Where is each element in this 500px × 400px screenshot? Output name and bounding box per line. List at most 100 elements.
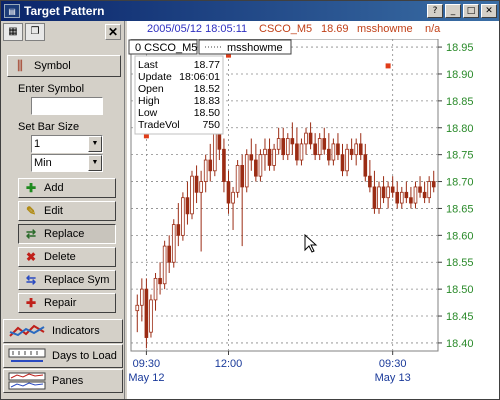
study-marker <box>385 63 391 69</box>
indicators-nav-button[interactable]: Indicators <box>3 319 123 343</box>
candle-body <box>409 197 413 204</box>
chart-pane[interactable]: 2005/05/12 18:05:11 CSCO_M5 18.69 msshow… <box>127 21 499 399</box>
candle-body <box>244 154 249 188</box>
replace-sym-button-label: Replace Sym <box>44 274 110 286</box>
chevron-down-icon[interactable]: ▼ <box>88 155 102 171</box>
header-symbol: CSCO_M5 <box>259 23 313 35</box>
candle-body <box>390 186 395 193</box>
replace-sym-button[interactable]: ⇆ Replace Sym <box>18 270 116 290</box>
enter-symbol-label: Enter Symbol <box>18 83 85 95</box>
enter-symbol-input[interactable] <box>31 97 103 115</box>
pencil-icon: ✎ <box>25 204 37 218</box>
candle-body <box>399 191 404 204</box>
y-tick-label: 18.75 <box>446 150 474 162</box>
price-chart[interactable]: 18.95 18.90 18.85 18.80 18.75 18.70 18.65 18.60… <box>127 39 499 397</box>
close-panel-button[interactable]: ✕ <box>105 24 121 40</box>
candle-body <box>331 143 336 161</box>
candle-body <box>313 143 317 156</box>
quote-label: Last <box>138 59 158 71</box>
delete-button-label: Delete <box>44 251 76 263</box>
calendar-range-icon <box>8 348 46 362</box>
candle-body <box>149 299 153 333</box>
candle-body <box>281 138 286 156</box>
candle-body <box>422 191 427 199</box>
quote-label: High <box>138 95 160 107</box>
y-tick-label: 18.55 <box>446 257 474 269</box>
replace-icon: ⇄ <box>25 227 37 241</box>
days-to-load-nav-button[interactable]: Days to Load <box>3 344 123 368</box>
grid-view-icon[interactable]: ▦ <box>3 23 23 41</box>
quote-value: 18.52 <box>194 83 220 95</box>
indicators-nav-label: Indicators <box>52 325 100 337</box>
add-button[interactable]: ✚ Add <box>18 178 116 198</box>
candle-body <box>153 277 158 301</box>
legend-symbol: 0 CSCO_M5 <box>135 42 197 54</box>
bar-size-select[interactable]: 1 ▼ <box>31 135 103 153</box>
x-tick-label: 09:30 <box>133 358 161 370</box>
candle-body <box>226 181 231 204</box>
candle-body <box>372 186 377 209</box>
quote-value: 18.77 <box>194 59 220 71</box>
candle-body <box>212 132 217 172</box>
bar-size-label: Set Bar Size <box>18 121 80 133</box>
y-tick-label: 18.95 <box>446 42 474 54</box>
candle-body <box>185 197 190 215</box>
candle-body <box>222 148 226 182</box>
candle-body <box>431 181 436 188</box>
edit-button[interactable]: ✎ Edit <box>18 201 116 221</box>
window-title: Target Pattern <box>24 4 105 18</box>
quote-label: Low <box>138 107 158 119</box>
candle-body <box>336 143 340 156</box>
quote-value: 750 <box>202 119 220 131</box>
header-study-value: n/a <box>425 23 441 35</box>
replace-button-label: Replace <box>44 228 85 240</box>
candle-body <box>377 186 381 209</box>
y-tick-label: 18.85 <box>446 96 474 108</box>
replace-button[interactable]: ⇄ Replace <box>18 224 116 244</box>
candle-body <box>208 159 213 172</box>
candle-body <box>240 165 244 188</box>
x-tick-date-label: May 12 <box>128 372 164 384</box>
minimize-button[interactable]: _ <box>445 4 461 18</box>
candle-body <box>358 143 363 156</box>
candle-body <box>267 148 272 166</box>
candle-body <box>231 191 235 204</box>
candle-body <box>276 138 281 150</box>
panes-icon <box>8 372 46 390</box>
y-tick-label: 18.60 <box>446 230 474 242</box>
repair-button[interactable]: ✚ Repair <box>18 293 116 313</box>
bar-unit-select[interactable]: Min ▼ <box>31 154 103 172</box>
candle-body <box>158 277 162 285</box>
close-window-button[interactable]: ✕ <box>481 4 497 18</box>
panes-nav-button[interactable]: Panes <box>3 369 123 393</box>
header-study: msshowme <box>357 23 413 35</box>
candle-body <box>322 138 327 150</box>
plus-icon: ✚ <box>25 181 37 195</box>
swap-icon: ⇆ <box>25 273 37 287</box>
help-button[interactable]: ? <box>427 4 443 18</box>
candle-body <box>217 132 222 150</box>
bar-unit-value: Min <box>34 157 52 169</box>
copy-view-icon[interactable]: ❐ <box>25 23 45 41</box>
candle-body <box>295 143 299 161</box>
repair-cross-icon: ✚ <box>25 296 37 310</box>
add-button-label: Add <box>44 182 64 194</box>
y-tick-label: 18.80 <box>446 123 474 135</box>
candle-body <box>363 154 368 177</box>
edit-button-label: Edit <box>44 205 63 217</box>
candle-body <box>354 143 359 156</box>
x-tick-date-label: May 13 <box>375 372 411 384</box>
maximize-button[interactable]: □ <box>463 4 479 18</box>
candle-body <box>181 197 185 236</box>
repair-button-label: Repair <box>44 297 77 309</box>
delete-button[interactable]: ✖ Delete <box>18 247 116 267</box>
quote-value: 18:06:01 <box>179 71 220 83</box>
title-bar[interactable]: ▤ Target Pattern ? _ □ ✕ <box>1 1 499 21</box>
chevron-down-icon[interactable]: ▼ <box>88 136 102 152</box>
y-tick-label: 18.70 <box>446 177 474 189</box>
candle-body <box>404 191 409 199</box>
candle-body <box>254 159 258 177</box>
symbol-section-button[interactable]: ⫼ Symbol <box>7 55 121 77</box>
y-tick-label: 18.45 <box>446 311 474 323</box>
candle-body <box>345 148 349 172</box>
